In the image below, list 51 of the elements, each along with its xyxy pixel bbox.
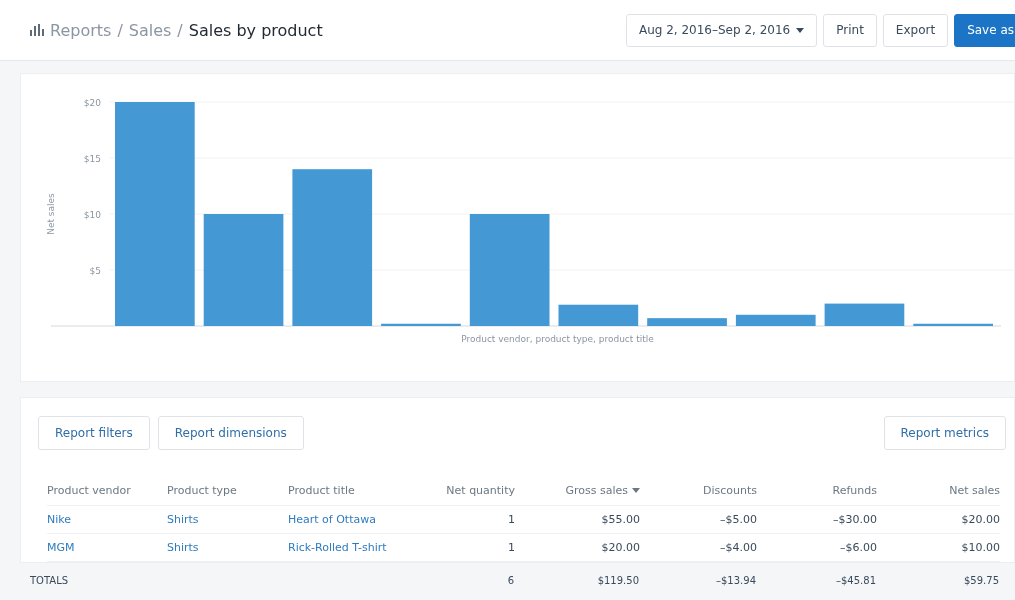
table-cell: 1 [398,534,515,562]
totals-label: TOTALS [30,575,70,586]
toolbar-button[interactable]: Export [882,13,949,47]
column-header[interactable]: Net sales [877,476,1000,506]
table-cell: –$6.00 [757,534,877,562]
table-cell: $20.00 [877,506,1000,534]
primary-button[interactable]: Save as [954,13,1015,47]
caret-icon [796,27,805,33]
table-link[interactable]: Shirts [167,534,288,562]
y-tick-label: $20 [83,98,101,108]
date-range-dropdown[interactable]: Aug 2, 2016–Sep 2, 2016 [625,13,818,47]
column-header[interactable]: Gross sales [515,476,640,506]
table-link[interactable]: Nike [47,506,167,534]
column-header[interactable]: Net quantity [398,476,515,506]
column-header[interactable]: Product vendor [47,476,167,506]
y-tick-label: $10 [83,210,101,220]
table-cell: –$30.00 [757,506,877,534]
table-link[interactable]: Rick-Rolled T-shirt [288,534,398,562]
breadcrumb-link[interactable]: Sales [128,20,172,40]
bar-chart-icon [30,24,44,36]
breadcrumb-link[interactable]: Reports [50,20,112,40]
totals-cell-text: 6 [506,575,514,586]
y-axis-title: Net sales [46,193,56,235]
column-header[interactable]: Product title [288,476,398,506]
column-header[interactable]: Refunds [757,476,877,506]
totals-cell-text: –$45.81 [835,575,876,586]
column-header[interactable]: Discounts [640,476,757,506]
totals-cell-text: –$13.94 [715,575,756,586]
x-axis-title: Product vendor, product type, product title [461,334,654,344]
report-button[interactable]: Report dimensions [157,416,304,450]
breadcrumb-separator: / [177,20,183,40]
table-link[interactable]: Heart of Ottawa [288,506,398,534]
breadcrumb-separator: / [117,20,123,40]
y-tick-label: $5 [89,266,101,276]
page-title: Sales by product [188,20,323,40]
totals-cell-text: $119.50 [596,575,639,586]
table-cell: $55.00 [515,506,640,534]
totals-cell-text: $59.75 [963,575,999,586]
table-link[interactable]: Shirts [167,506,288,534]
caret-icon [632,488,640,493]
table-cell: $10.00 [877,534,1000,562]
column-header[interactable]: Product type [167,476,288,506]
table-cell: –$4.00 [640,534,757,562]
toolbar-button[interactable]: Print [823,13,877,47]
table-link[interactable]: MGM [47,534,167,562]
y-tick-label: $15 [83,154,101,164]
table-cell: –$5.00 [640,506,757,534]
report-button[interactable]: Report metrics [883,416,1006,450]
table-cell: $20.00 [515,534,640,562]
report-button[interactable]: Report filters [38,416,150,450]
table-cell: 1 [398,506,515,534]
